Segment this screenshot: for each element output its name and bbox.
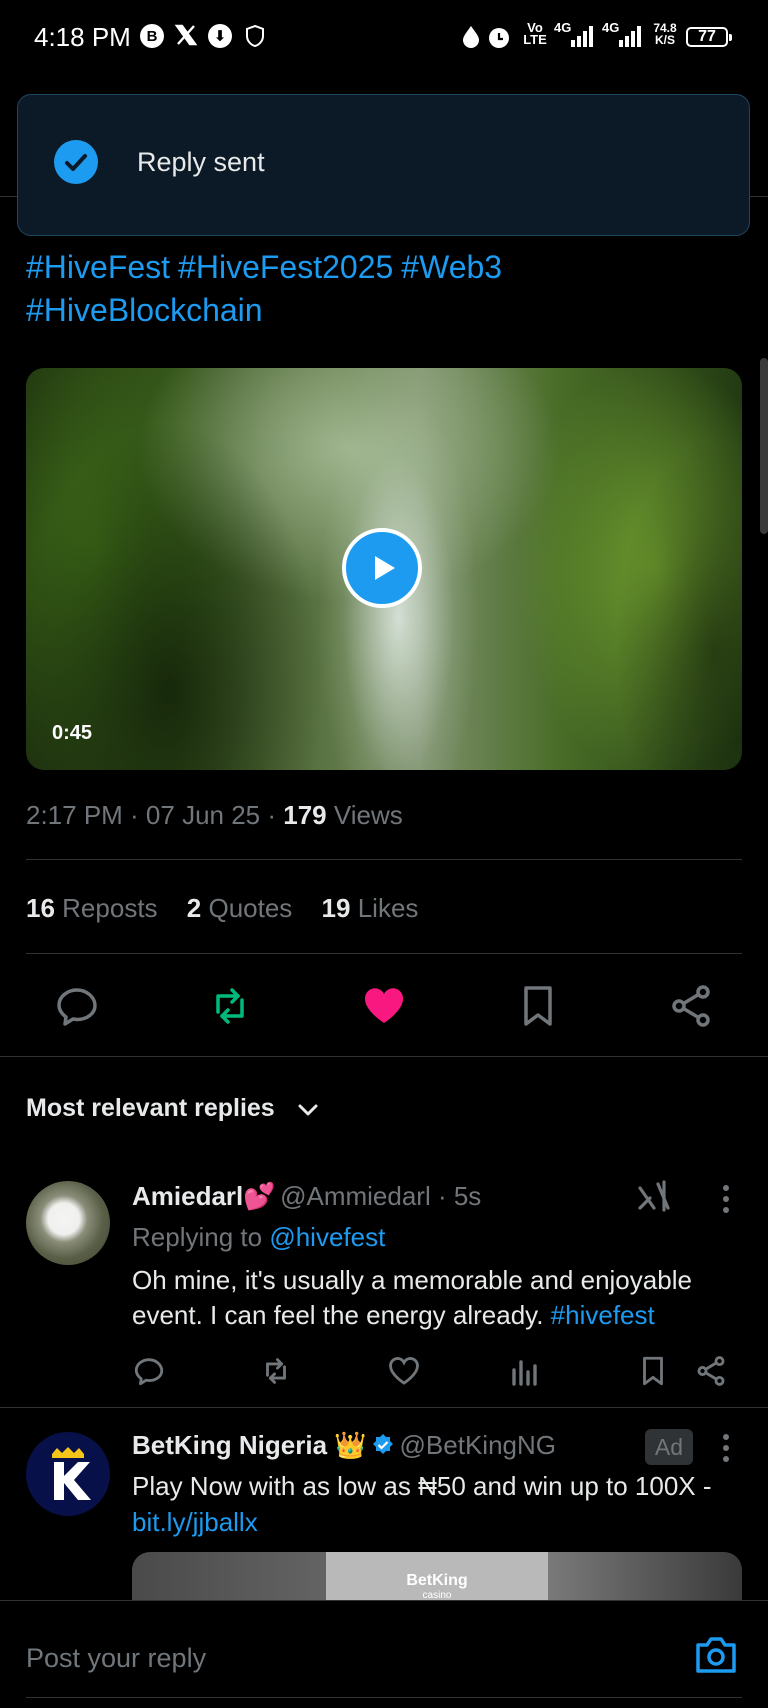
hashtag-link[interactable]: #HiveBlockchain (26, 292, 263, 328)
reply-author-handle[interactable]: @BetKingNG (400, 1430, 556, 1460)
post-timestamp: 2:17 PM · 07 Jun 25 · (26, 800, 284, 830)
grok-icon[interactable] (636, 1178, 672, 1219)
download-icon: ⬇ (208, 24, 232, 48)
verified-badge-icon (371, 1434, 399, 1458)
like-icon[interactable] (360, 982, 408, 1030)
play-icon (375, 556, 395, 580)
status-time: 4:18 PM (34, 22, 131, 52)
signal-icon (618, 26, 642, 53)
reply-input[interactable]: Post your reply (26, 1643, 206, 1674)
ad-badge: Ad (645, 1429, 693, 1465)
network-4g-2: 4G (602, 20, 620, 35)
quotes-stat[interactable]: 2 Quotes (187, 893, 293, 923)
reply-icon[interactable] (132, 1354, 166, 1388)
reply-text: Play Now with as low as ₦50 and win up t… (132, 1471, 712, 1537)
reply-header: Amiedarl💕 @Ammiedarl · 5s (132, 1181, 481, 1212)
post-video[interactable]: 0:45 (26, 368, 742, 770)
like-icon[interactable] (387, 1354, 421, 1388)
avatar[interactable] (26, 1181, 110, 1265)
reposts-stat[interactable]: 16 Reposts (26, 893, 158, 923)
replying-to: Replying to @hivefest (132, 1222, 386, 1252)
ad-link[interactable]: bit.ly/jjballx (132, 1507, 258, 1537)
post-hashtags: #HiveFest #HiveFest2025 #Web3 #HiveBlockch… (26, 246, 746, 332)
bookmark-icon[interactable] (514, 982, 562, 1030)
avatar[interactable] (26, 1432, 110, 1516)
b-app-icon: B (140, 24, 164, 48)
share-icon[interactable] (667, 982, 715, 1030)
divider (26, 1697, 742, 1698)
repost-icon[interactable] (259, 1354, 293, 1388)
signal-icon (570, 26, 594, 53)
reply-text: Oh mine, it's usually a memorable and en… (132, 1265, 692, 1330)
views-icon[interactable] (508, 1354, 542, 1388)
x-app-icon (174, 22, 198, 53)
share-icon[interactable] (694, 1354, 728, 1388)
network-4g-1: 4G (554, 20, 572, 35)
chevron-down-icon[interactable] (296, 1098, 320, 1127)
reply-icon[interactable] (53, 982, 101, 1030)
likes-stat[interactable]: 19 Likes (322, 893, 419, 923)
bookmark-icon[interactable] (636, 1354, 670, 1388)
camera-icon[interactable] (694, 1635, 738, 1680)
divider (26, 859, 742, 860)
views-label: Views (326, 800, 403, 830)
data-saver-icon (460, 24, 482, 55)
volte-label: Vo LTE (523, 20, 547, 47)
divider (0, 1056, 768, 1057)
toast-message: Reply sent (137, 147, 265, 177)
post-meta: 2:17 PM · 07 Jun 25 · 179 Views (26, 800, 403, 831)
scrollbar[interactable] (760, 358, 768, 534)
mention-link[interactable]: @hivefest (269, 1222, 385, 1252)
hashtag-link[interactable]: #HiveFest2025 (178, 249, 393, 285)
shield-icon (244, 24, 266, 53)
more-options-icon[interactable] (722, 1433, 730, 1468)
repost-icon[interactable] (206, 982, 254, 1030)
more-options-icon[interactable] (722, 1184, 730, 1219)
hashtag-link[interactable]: #hivefest (551, 1300, 655, 1330)
views-count: 179 (283, 800, 327, 830)
reply-header: BetKing Nigeria 👑 @BetKingNG (132, 1430, 556, 1461)
post-stats: 16 Reposts 2 Quotes 19 Likes (26, 893, 440, 924)
status-bar: 4:18 PM B ⬇ Vo LTE 4G 4G 74.8 K/S 77 (0, 0, 768, 76)
video-duration: 0:45 (52, 722, 93, 744)
battery-indicator: 77 (686, 27, 732, 47)
checkmark-icon (54, 140, 98, 184)
hashtag-link[interactable]: #HiveFest (26, 249, 170, 285)
reply-author-name[interactable]: Amiedarl💕 (132, 1181, 276, 1211)
reply-author-handle[interactable]: @Ammiedarl · 5s (280, 1181, 481, 1211)
reply-sent-toast: Reply sent (17, 94, 750, 236)
divider (0, 1407, 768, 1408)
reply-author-name[interactable]: BetKing Nigeria 👑 (132, 1430, 367, 1460)
alarm-icon (486, 24, 512, 55)
hashtag-link[interactable]: #Web3 (401, 249, 502, 285)
divider (26, 953, 742, 954)
network-speed: 74.8 K/S (653, 21, 677, 47)
reply-composer: Post your reply (0, 1600, 768, 1708)
replies-sort-dropdown[interactable]: Most relevant replies (26, 1094, 275, 1123)
play-button[interactable] (342, 528, 422, 608)
